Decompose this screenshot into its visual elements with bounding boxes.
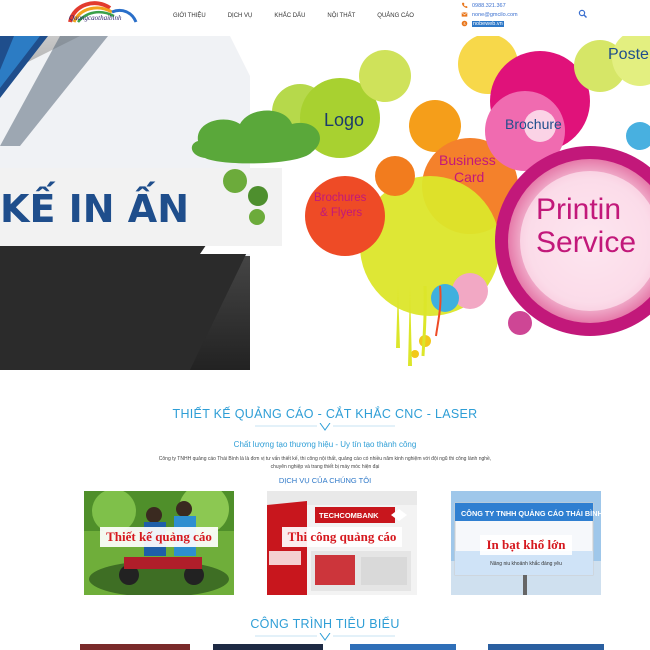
svg-text:s: s (463, 21, 465, 26)
services-title: DỊCH VỤ CỦA CHÚNG TÔI (278, 476, 372, 485)
intro-title: THIẾT KẾ QUẢNG CÁO - CẮT KHẮC CNC - LASE… (172, 407, 478, 421)
nav-item-engraving[interactable]: KHẮC DẤU (274, 13, 305, 19)
circle-label-printing: Printin (536, 193, 621, 226)
circle-label-brochure: Brochure (505, 116, 562, 132)
techcombank-sign: TECHCOMBANK (319, 511, 379, 520)
circle-label-card: Card (454, 169, 484, 185)
billboard-caption: Nâng niu khoảnh khắc đáng yêu (490, 561, 562, 567)
chevron-down-icon (319, 423, 331, 431)
email-icon (461, 12, 468, 17)
phone-text: 0988.321.367 (472, 2, 506, 9)
projects-divider (255, 633, 395, 641)
hero-graphic: KẾ IN ẤN Logo Brochure Business Card Bro… (0, 36, 650, 370)
circle-label-logo: Logo (324, 110, 364, 130)
section-divider (255, 423, 395, 431)
project-thumb-1[interactable] (80, 644, 190, 650)
circle-label-business: Business (439, 152, 496, 168)
slogan: Chất lượng tạo thương hiệu - Uy tín tạo … (233, 440, 417, 449)
logo-text: Quangcaothaibinh (69, 14, 122, 22)
service-label-printing: In bạt khổ lớn (451, 535, 601, 555)
service-label-construction: Thi công quảng cáo (267, 527, 417, 547)
nav-item-about[interactable]: GIỚI THIỆU (173, 13, 206, 19)
nav-item-advertising[interactable]: QUẢNG CÁO (377, 13, 414, 19)
nav-item-interior[interactable]: NỘI THẤT (327, 13, 355, 19)
site-logo[interactable]: Quangcaothaibinh (66, 0, 141, 32)
site-header: Quangcaothaibinh GIỚI THIỆU DỊCH VỤ KHẮC… (0, 0, 650, 36)
service-card-design[interactable]: Thiết kế quảng cáo (84, 491, 234, 595)
hero-banner: KẾ IN ẤN Logo Brochure Business Card Bro… (0, 36, 650, 370)
contact-phone[interactable]: 0988.321.367 (461, 1, 518, 10)
nav-item-services[interactable]: DỊCH VỤ (228, 13, 253, 19)
search-icon[interactable] (578, 9, 588, 19)
projects-title: CÔNG TRÌNH TIÊU BIỂU (250, 617, 400, 631)
skype-text: nobeweb.vn (472, 20, 504, 27)
project-thumb-4[interactable] (488, 644, 604, 650)
circle-label-poster: Poste (608, 46, 649, 63)
main-nav: GIỚI THIỆU DỊCH VỤ KHẮC DẤU NỘI THẤT QUẢ… (160, 13, 414, 19)
circle-label-flyers: & Flyers (320, 207, 362, 219)
contact-skype[interactable]: s nobeweb.vn (461, 19, 518, 28)
service-card-printing[interactable]: CÔNG TY TNHH QUẢNG CÁO THÁI BÌNH In bạt … (451, 491, 601, 595)
circle-label-brochures: Brochures (314, 192, 367, 204)
service-label-design: Thiết kế quảng cáo (84, 527, 234, 547)
company-description: Công ty TNHH quảng cáo Thái Bình là là đ… (158, 456, 492, 470)
contact-list: 0988.321.367 none@gmcilo.com s nobeweb.v… (461, 1, 518, 28)
chevron-down-icon (319, 633, 331, 641)
service-card-construction[interactable]: TECHCOMBANK Thi công quảng cáo (267, 491, 417, 595)
project-thumb-2[interactable] (213, 644, 323, 650)
circle-label-service: Service (536, 226, 636, 259)
contact-email[interactable]: none@gmcilo.com (461, 10, 518, 19)
page: Quangcaothaibinh GIỚI THIỆU DỊCH VỤ KHẮC… (0, 0, 650, 650)
banner-headline: KẾ IN ẤN (0, 182, 189, 231)
phone-icon (462, 2, 468, 8)
email-text: none@gmcilo.com (472, 11, 518, 18)
project-thumb-3[interactable] (350, 644, 456, 650)
skype-icon: s (461, 20, 468, 27)
billboard-company-name: CÔNG TY TNHH QUẢNG CÁO THÁI BÌNH (461, 509, 601, 518)
